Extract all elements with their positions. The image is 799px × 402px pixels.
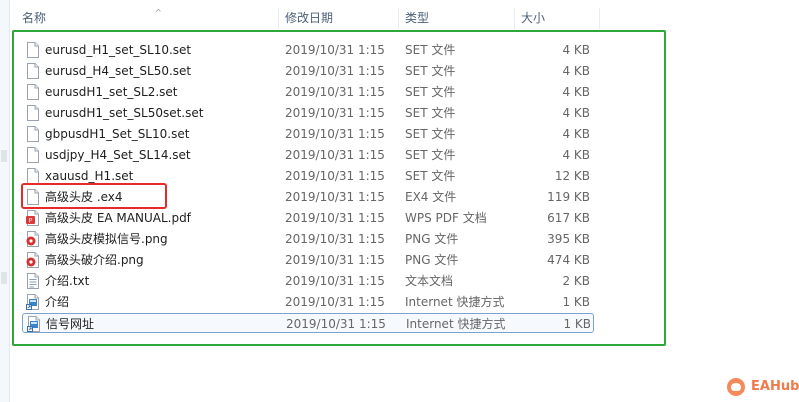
blank-file-icon (26, 63, 40, 79)
file-type: SET 文件 (405, 106, 456, 120)
file-modified-date: 2019/10/31 1:15 (285, 295, 385, 309)
column-header-date[interactable]: 修改日期 (279, 8, 398, 29)
png-file-icon (26, 231, 40, 247)
file-modified-date: 2019/10/31 1:15 (285, 211, 385, 225)
file-name: eurusd_H4_set_SL50.set (45, 64, 192, 78)
file-row[interactable]: 信号网址 2019/10/31 1:15 Internet 快捷方式 1 KB (22, 313, 594, 333)
file-name: 高级头破介绍.png (45, 253, 144, 267)
file-type: PNG 文件 (405, 253, 459, 267)
file-name: 高级头皮模拟信号.png (45, 232, 168, 246)
file-row[interactable]: eurusdH1_set_SL50set.set 2019/10/31 1:15 S… (22, 103, 594, 123)
nav-pane-marker (1, 272, 7, 284)
file-size: 2 KB (562, 274, 590, 288)
file-size: 1 KB (563, 317, 591, 331)
file-type: PNG 文件 (405, 232, 459, 246)
file-modified-date: 2019/10/31 1:15 (285, 190, 385, 204)
column-header-bar: ^ 名称 修改日期 类型 大小 (10, 8, 799, 29)
file-row[interactable]: eurusdH1_set_SL2.set 2019/10/31 1:15 SET 文… (22, 82, 594, 102)
file-type: SET 文件 (405, 127, 456, 141)
file-name: 介绍.txt (45, 274, 90, 288)
file-modified-date: 2019/10/31 1:15 (285, 148, 385, 162)
nav-pane-marker (1, 150, 7, 162)
column-header-size[interactable]: 大小 (515, 8, 599, 29)
blank-file-icon (26, 168, 40, 184)
file-row[interactable]: gbpusdH1_Set_SL10.set 2019/10/31 1:15 SET … (22, 124, 594, 144)
file-row[interactable]: P 高级头皮 EA MANUAL.pdf 2019/10/31 1:15 WPS PD… (22, 208, 594, 228)
shortcut-file-icon (27, 316, 41, 332)
file-type: 文本文档 (405, 274, 454, 288)
file-type: SET 文件 (405, 43, 456, 57)
file-type: SET 文件 (405, 169, 456, 183)
file-name: eurusd_H1_set_SL10.set (45, 43, 192, 57)
blank-file-icon (26, 147, 40, 163)
file-modified-date: 2019/10/31 1:15 (285, 232, 385, 246)
file-modified-date: 2019/10/31 1:15 (285, 85, 385, 99)
file-row[interactable]: usdjpy_H4_Set_SL14.set 2019/10/31 1:15 SET… (22, 145, 594, 165)
file-row[interactable]: 介绍.txt 2019/10/31 1:15 文本文档 2 KB (22, 271, 594, 291)
file-size: 617 KB (547, 211, 590, 225)
file-row[interactable]: 高级头破介绍.png 2019/10/31 1:15 PNG 文件 474 KB (22, 250, 594, 270)
file-row[interactable]: 介绍 2019/10/31 1:15 Internet 快捷方式 1 KB (22, 292, 594, 312)
file-modified-date: 2019/10/31 1:15 (285, 127, 385, 141)
text-file-icon (26, 273, 40, 289)
file-type: SET 文件 (405, 85, 456, 99)
file-modified-date: 2019/10/31 1:15 (285, 169, 385, 183)
pdf-file-icon: P (26, 210, 40, 226)
column-divider[interactable] (599, 8, 600, 29)
file-modified-date: 2019/10/31 1:15 (285, 253, 385, 267)
file-size: 12 KB (554, 169, 590, 183)
file-type: SET 文件 (405, 148, 456, 162)
file-size: 4 KB (562, 127, 590, 141)
blank-file-icon (26, 42, 40, 58)
highlight-box (21, 183, 167, 209)
file-row[interactable]: 高级头皮模拟信号.png 2019/10/31 1:15 PNG 文件 395 KB (22, 229, 594, 249)
file-type: SET 文件 (405, 64, 456, 78)
blank-file-icon (26, 105, 40, 121)
column-header-type[interactable]: 类型 (399, 8, 514, 29)
file-modified-date: 2019/10/31 1:15 (285, 274, 385, 288)
file-name: usdjpy_H4_Set_SL14.set (45, 148, 191, 162)
file-size: 1 KB (562, 295, 590, 309)
file-size: 4 KB (562, 64, 590, 78)
file-size: 4 KB (562, 106, 590, 120)
file-row[interactable]: eurusd_H1_set_SL10.set 2019/10/31 1:15 SET… (22, 40, 594, 60)
file-modified-date: 2019/10/31 1:15 (286, 317, 386, 331)
file-row[interactable]: eurusd_H4_set_SL50.set 2019/10/31 1:15 SET… (22, 61, 594, 81)
navigation-pane-edge (0, 0, 10, 402)
file-name: 高级头皮 EA MANUAL.pdf (45, 211, 191, 225)
blank-file-icon (26, 126, 40, 142)
svg-text:P: P (29, 218, 33, 225)
shortcut-file-icon (26, 294, 40, 310)
file-modified-date: 2019/10/31 1:15 (285, 43, 385, 57)
file-name: eurusdH1_set_SL2.set (45, 85, 178, 99)
eahub-logo-icon (727, 378, 745, 396)
file-type: Internet 快捷方式 (406, 317, 506, 331)
file-modified-date: 2019/10/31 1:15 (285, 64, 385, 78)
file-size: 474 KB (547, 253, 590, 267)
file-name: eurusdH1_set_SL50set.set (45, 106, 204, 120)
file-size: 119 KB (547, 190, 590, 204)
file-type: EX4 文件 (405, 190, 457, 204)
file-name: 信号网址 (46, 317, 95, 331)
file-name: gbpusdH1_Set_SL10.set (45, 127, 190, 141)
file-type: WPS PDF 文档 (405, 211, 487, 225)
column-header-name[interactable]: 名称 (16, 8, 278, 29)
blank-file-icon (26, 84, 40, 100)
file-name: 介绍 (45, 295, 70, 309)
file-size: 4 KB (562, 43, 590, 57)
file-size: 4 KB (562, 85, 590, 99)
file-size: 395 KB (547, 232, 590, 246)
png-file-icon (26, 252, 40, 268)
file-modified-date: 2019/10/31 1:15 (285, 106, 385, 120)
watermark-text: EAHub (751, 379, 799, 394)
file-size: 4 KB (562, 148, 590, 162)
file-type: Internet 快捷方式 (405, 295, 505, 309)
